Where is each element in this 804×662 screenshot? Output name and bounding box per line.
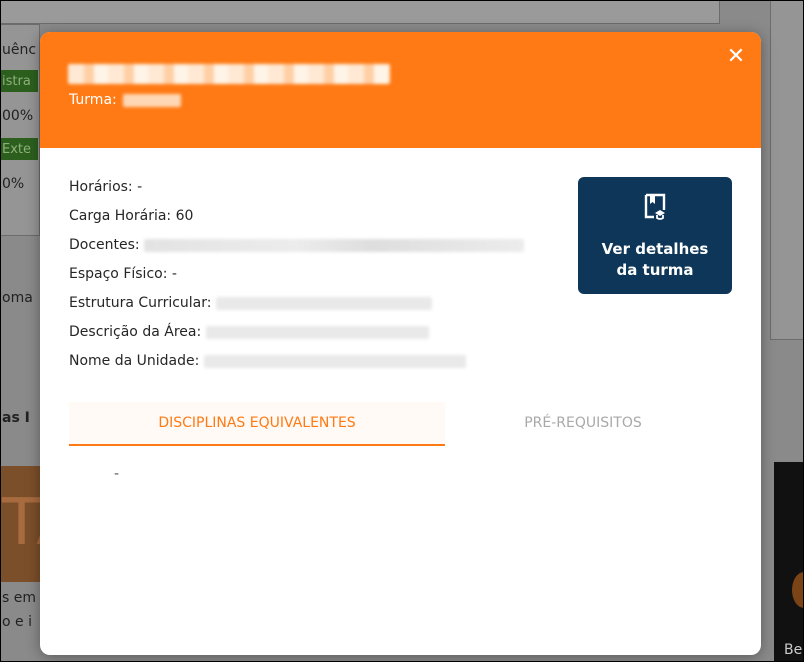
details-button-line2: da turma (616, 261, 694, 279)
close-icon[interactable]: ✕ (725, 46, 747, 68)
field-estrutura-curricular: Estrutura Curricular: (69, 294, 432, 312)
background-text: as I (2, 410, 30, 426)
field-value: - (137, 179, 143, 195)
field-label: Descrição da Área: (69, 324, 202, 340)
field-label: Carga Horária: (69, 208, 172, 224)
field-value-redacted (215, 296, 432, 310)
field-carga-horaria: Carga Horária: 60 (69, 207, 193, 225)
field-label: Espaço Físico: (69, 266, 168, 282)
field-value-redacted (144, 238, 525, 252)
class-details-modal: ✕ Turma: Horários: - Carga Horária: 60 D… (40, 32, 761, 655)
field-nome-unidade: Nome da Unidade: (69, 352, 466, 370)
background-card (774, 462, 804, 662)
field-espaco-fisico: Espaço Físico: - (69, 265, 177, 283)
background-panel (0, 0, 720, 24)
background-text: Exte (2, 142, 32, 157)
modal-header: ✕ Turma: (40, 32, 761, 148)
background-text: 0% (2, 176, 25, 192)
field-value-redacted (203, 354, 466, 368)
details-button-label: Ver detalhes da turma (578, 239, 732, 281)
details-button-line1: Ver detalhes (601, 240, 709, 258)
background-text: istra (2, 74, 31, 89)
field-label: Horários: (69, 179, 133, 195)
turma-line: Turma: (69, 92, 182, 108)
turma-value-redacted (123, 93, 182, 107)
field-value: - (171, 266, 177, 282)
field-descricao-area: Descrição da Área: (69, 323, 429, 341)
tab-pre-requisitos[interactable]: PRÉ-REQUISITOS (445, 402, 721, 444)
field-value: 60 (175, 208, 194, 224)
view-class-details-button[interactable]: Ver detalhes da turma (578, 177, 732, 294)
tab-disciplinas-equivalentes[interactable]: DISCIPLINAS EQUIVALENTES (69, 402, 445, 446)
background-text: oma (2, 290, 33, 306)
field-label: Docentes: (69, 237, 140, 253)
background-text: Be (784, 642, 803, 658)
field-label: Estrutura Curricular: (69, 295, 212, 311)
background-text: o e i (2, 614, 32, 630)
field-value-redacted (205, 325, 429, 339)
tab-content: - (114, 466, 120, 482)
field-horarios: Horários: - (69, 178, 142, 196)
background-text: uênc (2, 42, 37, 58)
field-label: Nome da Unidade: (69, 353, 200, 369)
background-text: 00% (2, 108, 34, 124)
field-docentes: Docentes: (69, 236, 525, 254)
book-class-icon (644, 193, 666, 220)
background-text: s em (2, 590, 36, 606)
background-panel (770, 0, 804, 340)
course-title-redacted (68, 64, 390, 84)
tab-bar: DISCIPLINAS EQUIVALENTES PRÉ-REQUISITOS (69, 402, 721, 446)
turma-label: Turma: (69, 92, 117, 108)
